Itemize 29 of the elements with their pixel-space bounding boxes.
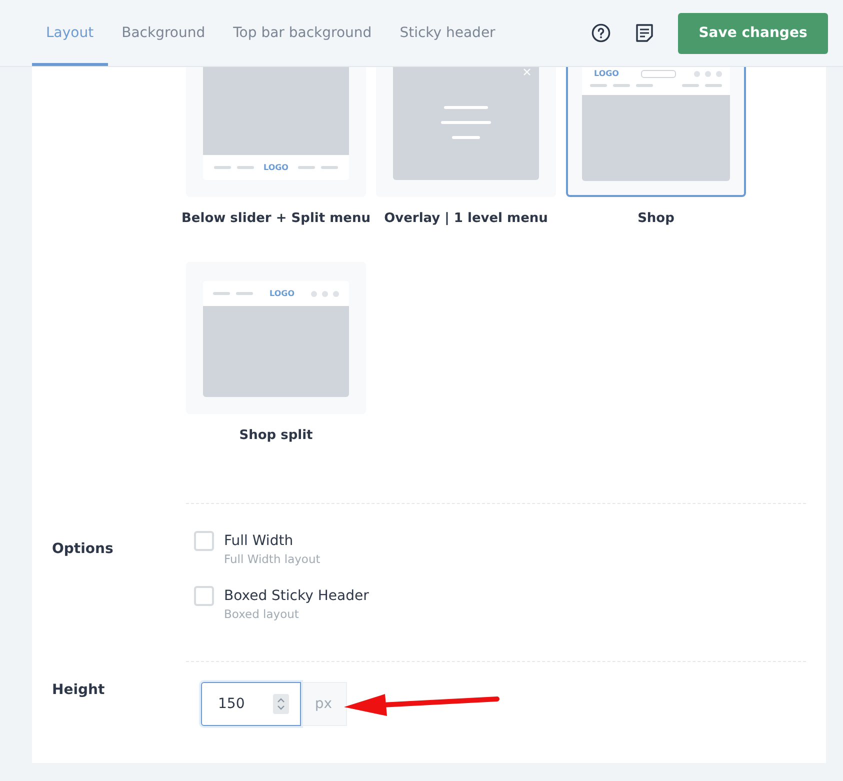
layout-option-label: Below slider + Split menu <box>182 211 370 226</box>
search-bar <box>640 70 676 78</box>
layout-option-card[interactable]: LOGO <box>186 262 366 414</box>
option-label: Full Width <box>224 532 294 551</box>
logo-text: LOGO <box>264 163 288 172</box>
option-label: Boxed Sticky Header <box>224 587 369 606</box>
logo-text: LOGO <box>270 289 294 298</box>
layout-option-card[interactable] <box>376 67 556 197</box>
tab[interactable]: Sticky header <box>386 0 510 66</box>
layout-option-label: Overlay | 1 level menu <box>384 211 548 226</box>
options-label: Options <box>52 541 114 557</box>
layout-option-label: Shop <box>638 211 674 226</box>
tab[interactable]: Background <box>108 0 220 66</box>
layout-option-card[interactable]: LOGO <box>186 67 366 197</box>
tab[interactable]: Top bar background <box>219 0 386 66</box>
option-description: Boxed layout <box>224 607 300 621</box>
height-label: Height <box>52 682 105 698</box>
option-description: Full Width layout <box>224 552 320 566</box>
checkbox[interactable] <box>194 531 214 551</box>
logo-text: LOGO <box>594 69 619 78</box>
notes-icon[interactable] <box>635 23 654 43</box>
unit-label: px <box>301 682 347 726</box>
checkbox[interactable] <box>194 586 214 606</box>
layout-option-label: Shop split <box>239 428 313 443</box>
height-input[interactable]: 150 <box>201 682 301 726</box>
help-icon[interactable] <box>591 23 611 43</box>
save-changes-button[interactable]: Save changes <box>678 12 828 54</box>
layout-option-card[interactable]: LOGO <box>566 67 746 197</box>
spinner-icon[interactable] <box>273 694 289 714</box>
